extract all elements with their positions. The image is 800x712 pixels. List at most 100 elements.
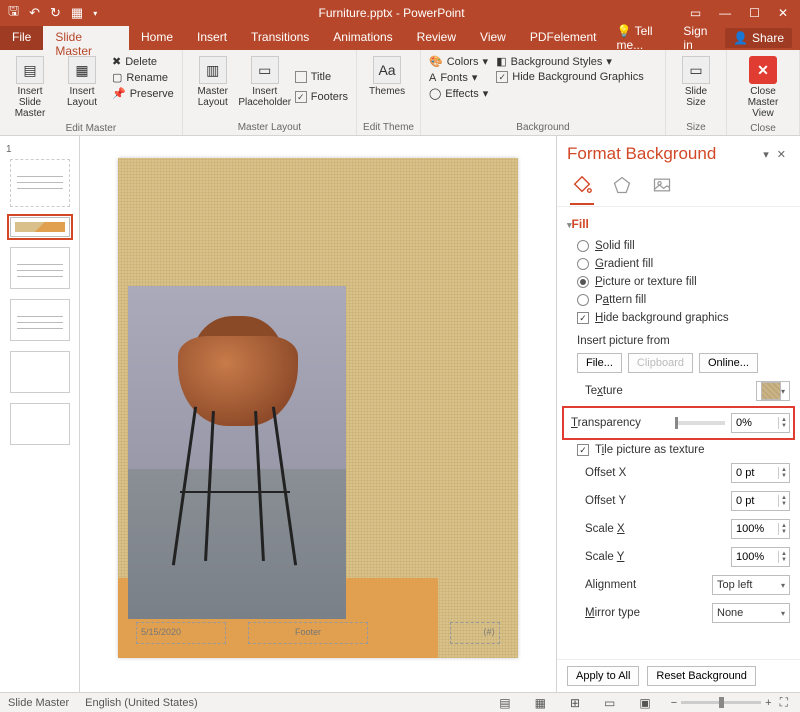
status-language[interactable]: English (United States)	[85, 697, 198, 709]
layout-thumbnail[interactable]	[10, 299, 70, 341]
zoom-in-icon[interactable]: +	[765, 697, 771, 709]
tab-animations[interactable]: Animations	[321, 26, 404, 50]
tell-me-search[interactable]: 💡 Tell me...	[617, 24, 674, 52]
tab-pdfelement[interactable]: PDFelement	[518, 26, 609, 50]
slide-master-icon: ▤	[16, 56, 44, 84]
rename-button[interactable]: ▢Rename	[110, 70, 176, 85]
layout-thumbnail[interactable]	[10, 247, 70, 289]
picture-fill-radio[interactable]: Picture or texture fill	[567, 273, 790, 291]
maximize-icon[interactable]: ☐	[749, 6, 760, 20]
preserve-button[interactable]: 📌Preserve	[110, 86, 176, 101]
zoom-slider[interactable]	[681, 701, 761, 704]
pane-options-icon[interactable]: ▾	[759, 148, 773, 161]
file-button[interactable]: File...	[577, 353, 622, 373]
layout-thumbnail[interactable]	[10, 403, 70, 445]
slide-size-button[interactable]: ▭Slide Size	[672, 54, 720, 120]
reading-view-icon[interactable]: ▭	[600, 696, 619, 710]
master-number: 1	[6, 144, 73, 155]
layout-thumbnail[interactable]	[10, 351, 70, 393]
effects-button[interactable]: ◯Effects ▾	[427, 86, 490, 101]
start-slideshow-icon[interactable]: ▦	[71, 5, 83, 21]
save-icon[interactable]: 🖫	[8, 2, 19, 24]
scale-x-spinner[interactable]: ▲▼	[731, 519, 790, 539]
tab-view[interactable]: View	[468, 26, 518, 50]
tab-review[interactable]: Review	[405, 26, 468, 50]
solid-fill-radio[interactable]: Solid fill	[567, 237, 790, 255]
tab-home[interactable]: Home	[129, 26, 185, 50]
transparency-slider[interactable]	[675, 421, 725, 425]
picture-tab-icon[interactable]	[649, 172, 675, 198]
group-background: 🎨Colors ▾ AFonts ▾ ◯Effects ▾ ◧Backgroun…	[421, 50, 666, 135]
slideshow-view-icon[interactable]: ▣	[635, 696, 654, 710]
offset-x-spinner[interactable]: ▲▼	[731, 463, 790, 483]
effects-tab-icon[interactable]	[609, 172, 635, 198]
group-master-layout: ▥Master Layout ▭Insert Placeholder Title…	[183, 50, 357, 135]
master-thumbnail[interactable]	[10, 159, 70, 207]
title-checkbox[interactable]: Title	[293, 70, 350, 84]
fonts-button[interactable]: AFonts ▾	[427, 70, 490, 85]
fill-tab-icon[interactable]	[569, 172, 595, 198]
transparency-label: Transparency	[571, 417, 669, 429]
fill-section-header[interactable]: Fill	[567, 213, 790, 237]
transparency-spinner[interactable]: ▲▼	[731, 413, 790, 433]
themes-button[interactable]: AaThemes	[363, 54, 411, 120]
tab-transitions[interactable]: Transitions	[239, 26, 321, 50]
master-layout-button[interactable]: ▥Master Layout	[189, 54, 237, 120]
undo-icon[interactable]: ↶	[29, 5, 40, 21]
tab-slide-master[interactable]: Slide Master	[43, 26, 129, 50]
online-button[interactable]: Online...	[699, 353, 758, 373]
redo-icon[interactable]: ↻	[50, 5, 61, 21]
zoom-out-icon[interactable]: −	[671, 697, 677, 709]
close-master-view-button[interactable]: ✕Close Master View	[733, 54, 793, 121]
group-size: ▭Slide Size Size	[666, 50, 727, 135]
ribbon-tabs: File Slide Master Home Insert Transition…	[0, 26, 800, 50]
slide-size-icon: ▭	[682, 56, 710, 84]
slide-number-placeholder[interactable]	[450, 622, 500, 644]
insert-slide-master-button[interactable]: ▤Insert Slide Master	[6, 54, 54, 121]
offset-y-spinner[interactable]: ▲▼	[731, 491, 790, 511]
footer-placeholder[interactable]: Footer	[248, 622, 368, 644]
hide-bg-graphics-checkbox[interactable]: Hide Background Graphics	[494, 70, 645, 84]
chair-image[interactable]	[128, 286, 346, 619]
sorter-view-icon[interactable]: ⊞	[566, 696, 584, 710]
tile-picture-check[interactable]: Tile picture as texture	[567, 441, 790, 459]
layout-icon: ▦	[68, 56, 96, 84]
date-placeholder[interactable]: 5/15/2020	[136, 622, 226, 644]
close-icon[interactable]: ✕	[778, 6, 788, 20]
tab-insert[interactable]: Insert	[185, 26, 239, 50]
delete-button[interactable]: ✖Delete	[110, 54, 176, 69]
pane-close-icon[interactable]: ✕	[773, 148, 790, 161]
insert-layout-button[interactable]: ▦Insert Layout	[58, 54, 106, 121]
insert-placeholder-button[interactable]: ▭Insert Placeholder	[241, 54, 289, 120]
scale-x-label: Scale X	[585, 523, 725, 535]
colors-button[interactable]: 🎨Colors ▾	[427, 54, 490, 69]
sign-in-link[interactable]: Sign in	[683, 24, 715, 52]
scale-y-spinner[interactable]: ▲▼	[731, 547, 790, 567]
tab-file[interactable]: File	[0, 26, 43, 50]
reset-background-button[interactable]: Reset Background	[647, 666, 756, 686]
apply-to-all-button[interactable]: Apply to All	[567, 666, 639, 686]
normal-view-icon[interactable]: ▦	[531, 696, 550, 710]
preserve-icon: 📌	[112, 87, 126, 100]
gradient-fill-radio[interactable]: Gradient fill	[567, 255, 790, 273]
fit-window-icon[interactable]: ⛶	[776, 695, 792, 710]
background-styles-button[interactable]: ◧Background Styles ▾	[494, 54, 645, 69]
window-title: Furniture.pptx - PowerPoint	[105, 6, 678, 20]
ribbon-options-icon[interactable]: ▭	[690, 6, 701, 20]
alignment-select[interactable]: Top left▾	[712, 575, 790, 595]
share-button[interactable]: 👤Share	[725, 28, 792, 48]
footers-checkbox[interactable]: Footers	[293, 90, 350, 104]
hide-bg-graphics-check[interactable]: Hide background graphics	[567, 309, 790, 327]
layout-thumbnail[interactable]	[10, 217, 70, 237]
slide[interactable]: 5/15/2020 Footer	[118, 158, 518, 658]
offset-x-label: Offset X	[585, 467, 725, 479]
zoom-control[interactable]: − + ⛶	[671, 695, 792, 710]
ribbon: ▤Insert Slide Master ▦Insert Layout ✖Del…	[0, 50, 800, 136]
qat-dropdown-icon[interactable]: ▾	[93, 9, 97, 18]
mirror-select[interactable]: None▾	[712, 603, 790, 623]
minimize-icon[interactable]: —	[719, 6, 731, 20]
texture-picker[interactable]: ▾	[756, 381, 790, 401]
notes-icon[interactable]: ▤	[495, 696, 514, 710]
pattern-fill-radio[interactable]: Pattern fill	[567, 291, 790, 309]
slide-canvas[interactable]: 5/15/2020 Footer	[80, 136, 556, 692]
